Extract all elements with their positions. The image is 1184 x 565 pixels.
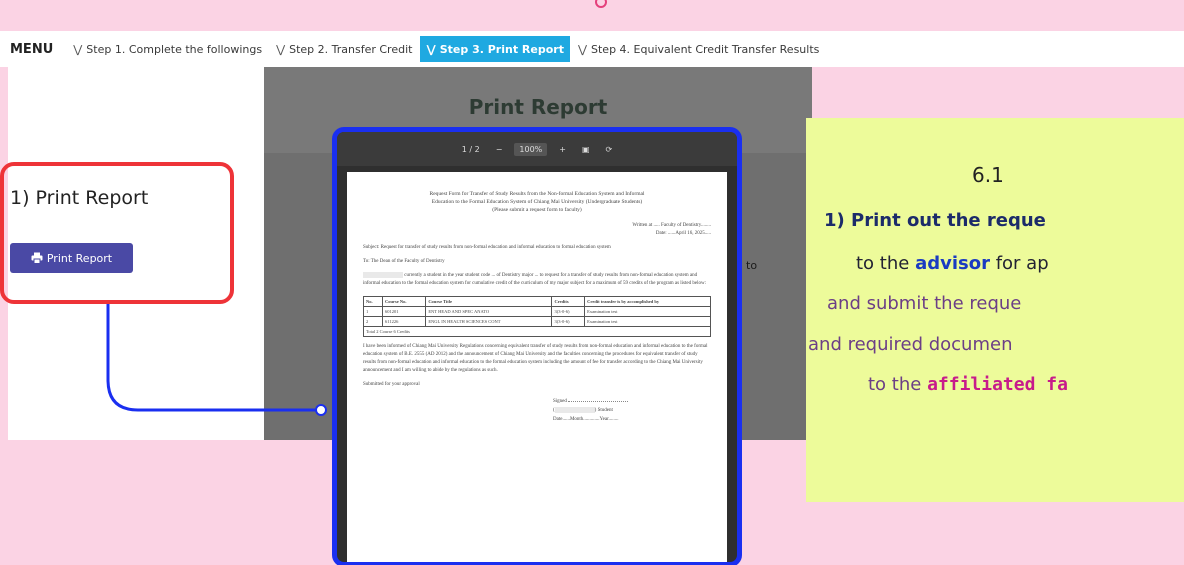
doc-signature-block: Signed () Student Date......Month.......… <box>553 397 711 424</box>
table-cell: 601201 <box>381 306 427 318</box>
partial-text: to <box>746 259 758 272</box>
highlight-box-red <box>0 162 234 304</box>
table-row-total: Total 2 Course 6 Credits <box>363 326 711 338</box>
sign-line <box>568 401 629 403</box>
doc-closing: Submitted for your approval <box>363 382 420 388</box>
menu-step-3[interactable]: ⋁ Step 3. Print Report <box>420 36 570 62</box>
double-chevron-down-icon: ⋁ <box>73 42 83 56</box>
table-header: No. <box>363 296 383 308</box>
doc-title: Request Form for Transfer of Study Resul… <box>363 190 711 214</box>
double-chevron-down-icon: ⋁ <box>577 42 587 56</box>
zoom-level[interactable]: 100% <box>514 142 548 156</box>
doc-subject: Subject: Request for transfer of study r… <box>363 245 611 250</box>
table-cell: ENT HEAD AND SPEC ANATO <box>425 306 553 318</box>
connector-ring-icon <box>595 0 607 8</box>
menu-step-4-label: Step 4. Equivalent Credit Transfer Resul… <box>591 42 820 56</box>
callout-line-5: to the affiliated fa <box>868 374 1068 395</box>
page-title: Print Report <box>468 95 608 119</box>
menu-step-1[interactable]: ⋁ Step 1. Complete the followings <box>67 36 268 62</box>
menu-step-3-label: Step 3. Print Report <box>439 42 564 56</box>
pdf-toolbar: 1 / 2 − 100% + ▣ ⟳ <box>337 132 737 166</box>
sign-label: Student <box>597 408 613 414</box>
doc-to: To: The Dean of the Faculty of Dentistry <box>363 259 445 264</box>
callout-text: for ap <box>989 253 1049 274</box>
pdf-page: Request Form for Transfer of Study Resul… <box>347 172 727 562</box>
doc-body-1: currently a student in the year student … <box>363 272 711 288</box>
double-chevron-down-icon: ⋁ <box>276 42 286 56</box>
callout-line-1: 1) Print out the reque <box>824 210 1046 231</box>
redacted-name <box>363 272 403 278</box>
instruction-callout: 6.1 1) Print out the reque to the adviso… <box>806 118 1184 502</box>
callout-emphasis-advisor: advisor <box>915 253 990 274</box>
doc-written-at: Written at ..... Faculty of Dentistry...… <box>632 223 711 228</box>
table-cell: ENGL IN HEALTH SCIENCES CONT <box>425 316 553 328</box>
menu-bar: MENU ⋁ Step 1. Complete the followings ⋁… <box>0 31 1184 67</box>
doc-body-1-text: currently a student in the year student … <box>363 273 706 287</box>
table-row: 2 611226 ENGL IN HEALTH SCIENCES CONT 3(… <box>363 316 711 328</box>
redacted-name <box>554 407 595 413</box>
doc-body-2: I have been informed of Chiang Mai Unive… <box>363 344 708 374</box>
doc-title-line: Education to the Formal Education System… <box>431 199 643 205</box>
menu-step-2[interactable]: ⋁ Step 2. Transfer Credit <box>270 36 418 62</box>
table-header: Course Title <box>425 296 553 308</box>
callout-emphasis-faculty: affiliated fa <box>927 374 1068 395</box>
zoom-in-button[interactable]: + <box>555 143 570 156</box>
menu-label: MENU <box>10 41 54 57</box>
sign-label: Signed <box>553 399 567 405</box>
table-total: Total 2 Course 6 Credits <box>363 326 711 338</box>
table-cell: 3(3-0-6) <box>551 316 586 328</box>
rotate-icon[interactable]: ⟳ <box>602 143 617 156</box>
callout-number: 6.1 <box>972 163 1004 187</box>
callout-line-4: and required documen <box>808 334 1013 355</box>
doc-title-line: (Please submit a request form to faculty… <box>492 207 582 213</box>
doc-date: Date: ......April 16, 2025..... <box>655 231 711 236</box>
table-header: Credits <box>551 296 586 308</box>
pdf-page-indicator[interactable]: 1 / 2 <box>458 143 484 156</box>
callout-text: to the <box>856 253 916 274</box>
callout-line-2: to the advisor for ap <box>856 253 1049 274</box>
table-cell: 611226 <box>381 316 427 328</box>
double-chevron-down-icon: ⋁ <box>426 42 436 56</box>
table-cell: Examination test <box>584 306 711 318</box>
table-cell: 2 <box>363 316 383 328</box>
doc-course-table: No. Course No. Course Title Credits Cred… <box>363 296 711 338</box>
table-cell: 3(3-0-6) <box>551 306 586 318</box>
table-row: 1 601201 ENT HEAD AND SPEC ANATO 3(3-0-6… <box>363 306 711 318</box>
sign-date: Date......Month.............Year........ <box>553 417 619 423</box>
fit-page-icon[interactable]: ▣ <box>578 143 594 156</box>
callout-line-3: and submit the reque <box>827 293 1022 314</box>
table-header: Course No. <box>381 296 427 308</box>
callout-text: to the <box>868 374 928 395</box>
menu-step-4[interactable]: ⋁ Step 4. Equivalent Credit Transfer Res… <box>572 36 825 62</box>
zoom-out-button[interactable]: − <box>492 143 507 156</box>
pdf-preview[interactable]: 1 / 2 − 100% + ▣ ⟳ Request Form for Tran… <box>332 127 742 565</box>
menu-step-2-label: Step 2. Transfer Credit <box>289 42 413 56</box>
menu-step-1-label: Step 1. Complete the followings <box>86 42 263 56</box>
doc-title-line: Request Form for Transfer of Study Resul… <box>429 191 645 197</box>
table-cell: Examination test <box>584 316 711 328</box>
table-cell: 1 <box>363 306 383 318</box>
table-header: Credit transfer is by accomplished by <box>584 296 711 308</box>
